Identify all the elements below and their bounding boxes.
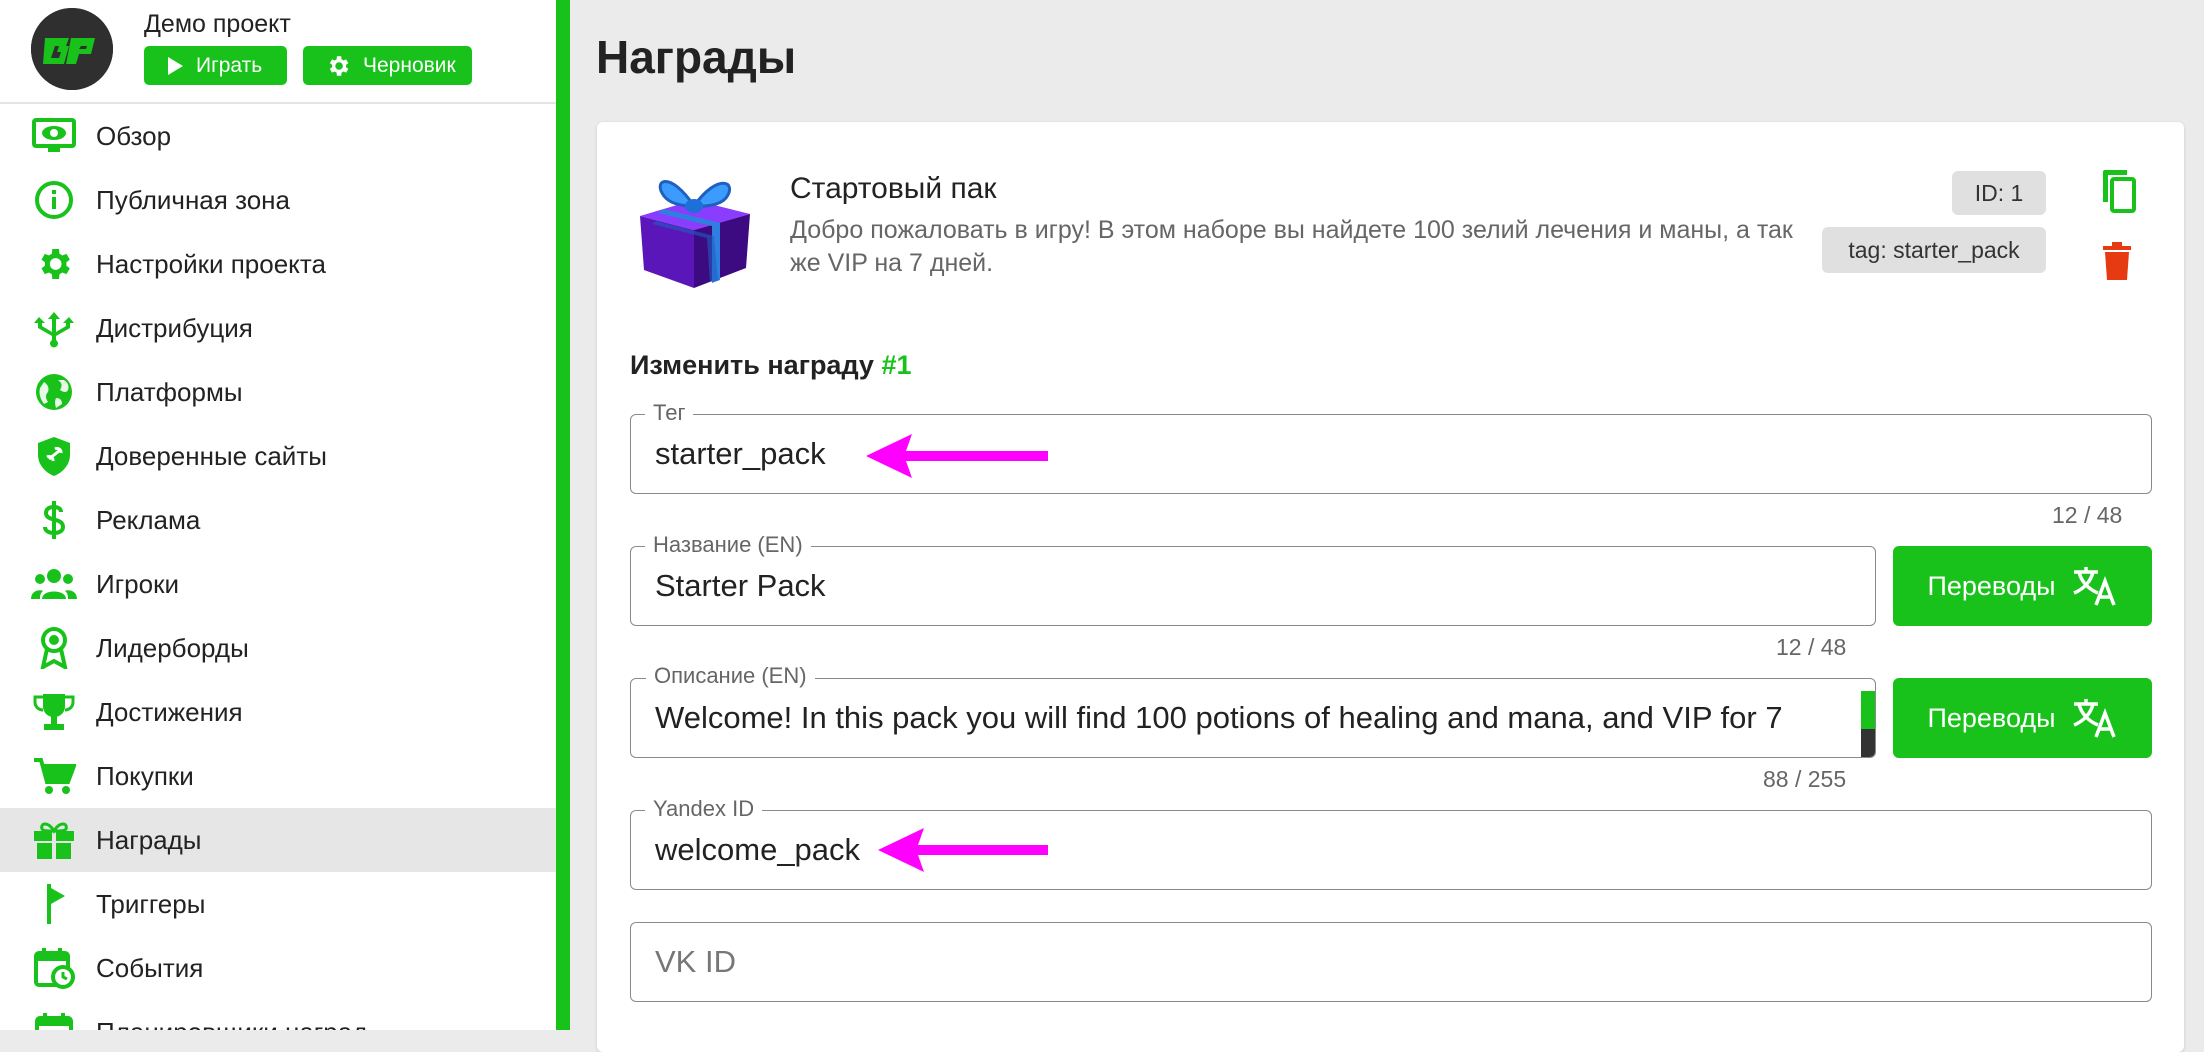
cart-icon [31,758,77,794]
project-name: Демо проект [144,10,291,38]
sidebar-nav: Обзор Публичная зона Настройки проекта Д… [0,104,556,1030]
calendar-icon [31,1013,77,1030]
name-counter: 12 / 48 [1776,634,1847,660]
name-field-value: Starter Pack [655,568,826,603]
sidebar-item-players[interactable]: Игроки [0,552,556,616]
play-icon [168,56,183,75]
gear-icon [329,55,349,76]
translations-label: Переводы [1927,570,2056,601]
yandex-id-field[interactable]: Yandex ID welcome_pack [630,796,2152,890]
dollar-icon [31,501,77,539]
eye-icon [31,118,77,154]
sidebar-item-platforms[interactable]: Платформы [0,360,556,424]
description-field-label: Описание (EN) [646,663,815,689]
sidebar-item-project-settings[interactable]: Настройки проекта [0,232,556,296]
sidebar-item-label: Реклама [96,504,201,535]
sidebar-item-overview[interactable]: Обзор [0,104,556,168]
vk-id-placeholder: VK ID [655,944,736,979]
sidebar-item-label: События [96,952,204,983]
sidebar-item-events[interactable]: События [0,936,556,1000]
gift-icon [31,822,77,859]
sidebar-item-label: Настройки проекта [96,248,326,279]
sidebar-item-achievements[interactable]: Достижения [0,680,556,744]
sidebar-item-public-zone[interactable]: Публичная зона [0,168,556,232]
calendar-clock-icon [31,948,77,989]
sidebar-item-rewards[interactable]: Награды [0,808,556,872]
trophy-icon [31,694,77,730]
edit-reward-heading: Изменить награду #1 [630,350,912,381]
translations-label: Переводы [1927,702,2056,733]
sidebar-item-label: Награды [96,824,202,855]
sidebar-item-label: Игроки [96,568,179,599]
flag-icon [31,884,77,924]
description-field[interactable]: Welcome! In this pack you will find 100 … [630,678,1876,758]
trash-icon [2103,242,2131,280]
sidebar-item-label: Лидерборды [96,632,249,663]
sidebar-item-label: Достижения [96,696,243,727]
gift-box-image [630,170,760,295]
sidebar-item-label: Триггеры [96,888,206,919]
sidebar: Демо проект Играть Черновик Обзор Публич… [0,0,556,1030]
project-logo[interactable] [31,8,113,90]
vk-id-field[interactable]: VK ID [630,922,2152,1002]
reward-description: Добро пожаловать в игру! В этом наборе в… [790,216,1793,277]
play-button[interactable]: Играть [144,46,287,85]
sidebar-item-trusted-sites[interactable]: Доверенные сайты [0,424,556,488]
sidebar-item-label: Дистрибуция [96,312,253,343]
distribution-icon [31,310,77,348]
tag-field-value: starter_pack [655,436,826,471]
description-scrollbar-thumb[interactable] [1861,691,1875,729]
annotation-arrow [878,828,1050,877]
sidebar-item-triggers[interactable]: Триггеры [0,872,556,936]
description-field-value: Welcome! In this pack you will find 100 … [655,700,1783,735]
translate-icon [2072,567,2116,606]
id-chip: ID: 1 [1952,171,2046,215]
group-icon [31,566,77,602]
yandex-id-field-value: welcome_pack [655,832,861,867]
sidebar-accent-bar [556,0,570,1030]
copy-button[interactable] [2094,166,2140,216]
info-icon [31,181,77,219]
sidebar-item-label: Покупки [96,760,194,791]
description-counter: 88 / 255 [1763,766,1847,792]
copy-icon [2103,170,2136,213]
sidebar-item-leaderboards[interactable]: Лидерборды [0,616,556,680]
translate-icon [2072,699,2116,738]
sidebar-item-label: Публичная зона [96,184,290,215]
sidebar-item-distribution[interactable]: Дистрибуция [0,296,556,360]
sidebar-item-ads[interactable]: Реклама [0,488,556,552]
project-header: Демо проект Играть Черновик [0,0,556,104]
sidebar-item-purchases[interactable]: Покупки [0,744,556,808]
play-label: Играть [196,53,263,77]
description-translations-button[interactable]: Переводы [1893,678,2152,758]
annotation-arrow [866,434,1050,483]
name-translations-button[interactable]: Переводы [1893,546,2152,626]
sidebar-item-label: Обзор [96,120,172,151]
delete-button[interactable] [2098,238,2136,284]
shield-link-icon [31,437,77,476]
gear-icon [31,246,77,282]
award-icon [31,627,77,669]
reward-name: Стартовый пак [790,172,997,205]
draft-button[interactable]: Черновик [303,46,472,85]
tag-field[interactable]: Тег starter_pack [630,400,2152,494]
sidebar-item-reward-schedulers[interactable]: Планировщики наград [0,1000,556,1030]
edit-reward-title: Изменить награду [630,350,874,380]
tag-counter: 12 / 48 [2052,502,2123,528]
page-title: Награды [596,31,797,83]
sidebar-item-label: Доверенные сайты [96,440,327,471]
sidebar-item-label: Планировщики наград [96,1017,367,1031]
tag-chip: tag: starter_pack [1822,227,2046,273]
sidebar-item-label: Платформы [96,376,243,407]
name-field[interactable]: Название (EN) Starter Pack [630,532,1876,626]
globe-icon [31,374,77,410]
edit-reward-number: #1 [881,350,912,380]
draft-label: Черновик [363,53,456,77]
